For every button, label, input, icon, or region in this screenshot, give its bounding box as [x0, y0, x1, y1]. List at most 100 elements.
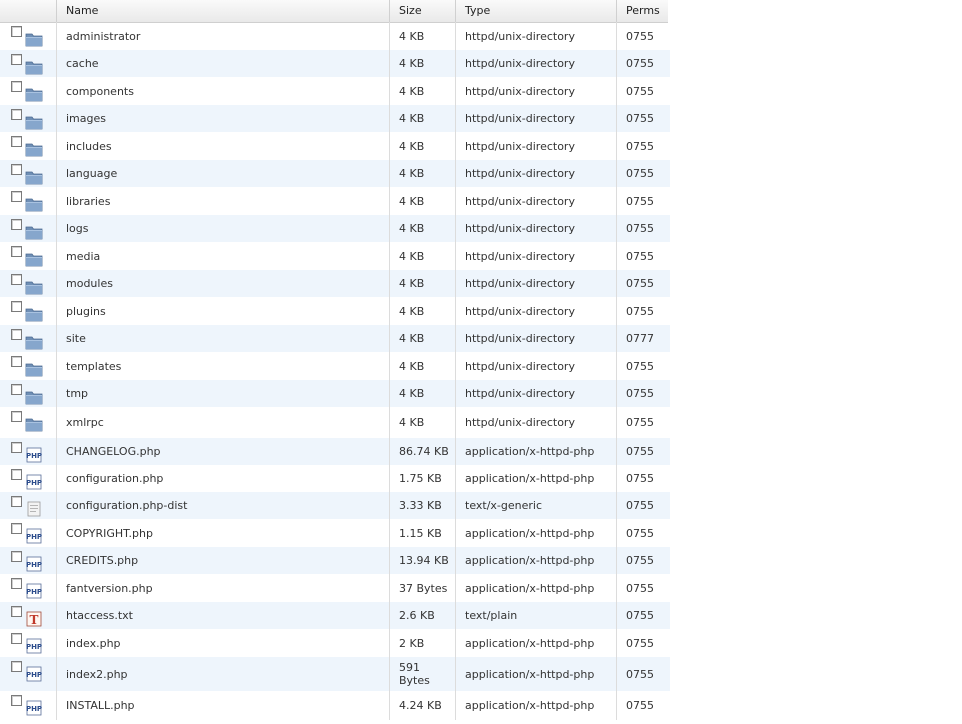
table-row[interactable]: logs 4 KB httpd/unix-directory 0755 — [0, 215, 670, 242]
file-perms[interactable]: 0755 — [616, 407, 670, 438]
table-row[interactable]: PHP COPYRIGHT.php 1.15 KB application/x-htt… — [0, 519, 670, 547]
file-perms[interactable]: 0755 — [616, 297, 670, 325]
file-name[interactable]: libraries — [56, 187, 389, 215]
file-perms[interactable]: 0755 — [616, 380, 670, 407]
table-row[interactable]: components 4 KB httpd/unix-directory 0755 — [0, 77, 670, 105]
table-row[interactable]: language 4 KB httpd/unix-directory 0755 — [0, 160, 670, 187]
row-checkbox[interactable] — [11, 81, 22, 92]
table-row[interactable]: modules 4 KB httpd/unix-directory 0755 — [0, 270, 670, 297]
header-size[interactable]: Size — [389, 0, 455, 22]
row-checkbox[interactable] — [11, 384, 22, 395]
table-row[interactable]: PHP CREDITS.php 13.94 KB application/x-http… — [0, 547, 670, 574]
table-row[interactable]: media 4 KB httpd/unix-directory 0755 — [0, 242, 670, 270]
file-perms[interactable]: 0755 — [616, 270, 670, 297]
row-checkbox[interactable] — [11, 633, 22, 644]
table-row[interactable]: xmlrpc 4 KB httpd/unix-directory 0755 — [0, 407, 670, 438]
file-name[interactable]: images — [56, 105, 389, 132]
row-checkbox[interactable] — [11, 523, 22, 534]
row-checkbox[interactable] — [11, 469, 22, 480]
file-perms[interactable]: 0755 — [616, 691, 670, 720]
file-name[interactable]: fantversion.php — [56, 574, 389, 602]
table-row[interactable]: PHP INSTALL.php 4.24 KB application/x-httpd… — [0, 691, 670, 720]
row-checkbox[interactable] — [11, 246, 22, 257]
file-perms[interactable]: 0755 — [616, 50, 670, 77]
table-row[interactable]: plugins 4 KB httpd/unix-directory 0755 — [0, 297, 670, 325]
table-row[interactable]: PHP CHANGELOG.php 86.74 KB application/x-ht… — [0, 438, 670, 465]
table-row[interactable]: site 4 KB httpd/unix-directory 0777 — [0, 325, 670, 352]
file-name[interactable]: CREDITS.php — [56, 547, 389, 574]
file-name[interactable]: language — [56, 160, 389, 187]
row-checkbox[interactable] — [11, 191, 22, 202]
table-row[interactable]: libraries 4 KB httpd/unix-directory 0755 — [0, 187, 670, 215]
file-perms[interactable]: 0755 — [616, 215, 670, 242]
row-checkbox[interactable] — [11, 661, 22, 672]
header-perms[interactable]: Perms — [616, 0, 670, 22]
file-name[interactable]: media — [56, 242, 389, 270]
table-row[interactable]: tmp 4 KB httpd/unix-directory 0755 — [0, 380, 670, 407]
table-row[interactable]: templates 4 KB httpd/unix-directory 0755 — [0, 352, 670, 380]
file-perms[interactable]: 0755 — [616, 132, 670, 160]
file-name[interactable]: components — [56, 77, 389, 105]
header-name[interactable]: Name — [56, 0, 389, 22]
file-perms[interactable]: 0755 — [616, 160, 670, 187]
file-name[interactable]: index.php — [56, 629, 389, 657]
file-name[interactable]: modules — [56, 270, 389, 297]
file-name[interactable]: index2.php — [56, 657, 389, 691]
file-name[interactable]: COPYRIGHT.php — [56, 519, 389, 547]
file-name[interactable]: INSTALL.php — [56, 691, 389, 720]
file-name[interactable]: administrator — [56, 22, 389, 50]
file-name[interactable]: includes — [56, 132, 389, 160]
row-checkbox[interactable] — [11, 274, 22, 285]
file-perms[interactable]: 0755 — [616, 465, 670, 492]
file-perms[interactable]: 0755 — [616, 438, 670, 465]
table-row[interactable]: Thtaccess.txt 2.6 KB text/plain 0755 — [0, 602, 670, 629]
row-checkbox[interactable] — [11, 442, 22, 453]
file-perms[interactable]: 0755 — [616, 492, 670, 519]
file-name[interactable]: site — [56, 325, 389, 352]
row-checkbox[interactable] — [11, 356, 22, 367]
file-perms[interactable]: 0755 — [616, 629, 670, 657]
file-perms[interactable]: 0755 — [616, 352, 670, 380]
table-row[interactable]: PHP index2.php 591 Bytes application/x-http… — [0, 657, 670, 691]
file-perms[interactable]: 0755 — [616, 602, 670, 629]
file-name[interactable]: cache — [56, 50, 389, 77]
file-perms[interactable]: 0777 — [616, 325, 670, 352]
row-checkbox[interactable] — [11, 496, 22, 507]
file-perms[interactable]: 0755 — [616, 22, 670, 50]
file-name[interactable]: tmp — [56, 380, 389, 407]
file-name[interactable]: configuration.php-dist — [56, 492, 389, 519]
file-name[interactable]: xmlrpc — [56, 407, 389, 438]
file-perms[interactable]: 0755 — [616, 574, 670, 602]
row-checkbox[interactable] — [11, 219, 22, 230]
file-perms[interactable]: 0755 — [616, 519, 670, 547]
row-checkbox[interactable] — [11, 606, 22, 617]
file-perms[interactable]: 0755 — [616, 187, 670, 215]
file-name[interactable]: CHANGELOG.php — [56, 438, 389, 465]
table-row[interactable]: configuration.php-dist 3.33 KB text/x-gene… — [0, 492, 670, 519]
table-row[interactable]: cache 4 KB httpd/unix-directory 0755 — [0, 50, 670, 77]
row-checkbox[interactable] — [11, 578, 22, 589]
row-checkbox[interactable] — [11, 695, 22, 706]
file-name[interactable]: logs — [56, 215, 389, 242]
table-row[interactable]: PHP configuration.php 1.75 KB application/x… — [0, 465, 670, 492]
file-name[interactable]: templates — [56, 352, 389, 380]
row-checkbox[interactable] — [11, 551, 22, 562]
file-perms[interactable]: 0755 — [616, 657, 670, 691]
table-row[interactable]: administrator 4 KB httpd/unix-directory 075… — [0, 22, 670, 50]
row-checkbox[interactable] — [11, 329, 22, 340]
file-perms[interactable]: 0755 — [616, 547, 670, 574]
file-perms[interactable]: 0755 — [616, 77, 670, 105]
row-checkbox[interactable] — [11, 136, 22, 147]
file-name[interactable]: htaccess.txt — [56, 602, 389, 629]
file-perms[interactable]: 0755 — [616, 242, 670, 270]
file-name[interactable]: plugins — [56, 297, 389, 325]
table-row[interactable]: images 4 KB httpd/unix-directory 0755 — [0, 105, 670, 132]
table-row[interactable]: PHP index.php 2 KB application/x-httpd-php 0… — [0, 629, 670, 657]
row-checkbox[interactable] — [11, 411, 22, 422]
file-perms[interactable]: 0755 — [616, 105, 670, 132]
row-checkbox[interactable] — [11, 301, 22, 312]
row-checkbox[interactable] — [11, 26, 22, 37]
row-checkbox[interactable] — [11, 164, 22, 175]
header-type[interactable]: Type — [455, 0, 616, 22]
file-name[interactable]: configuration.php — [56, 465, 389, 492]
